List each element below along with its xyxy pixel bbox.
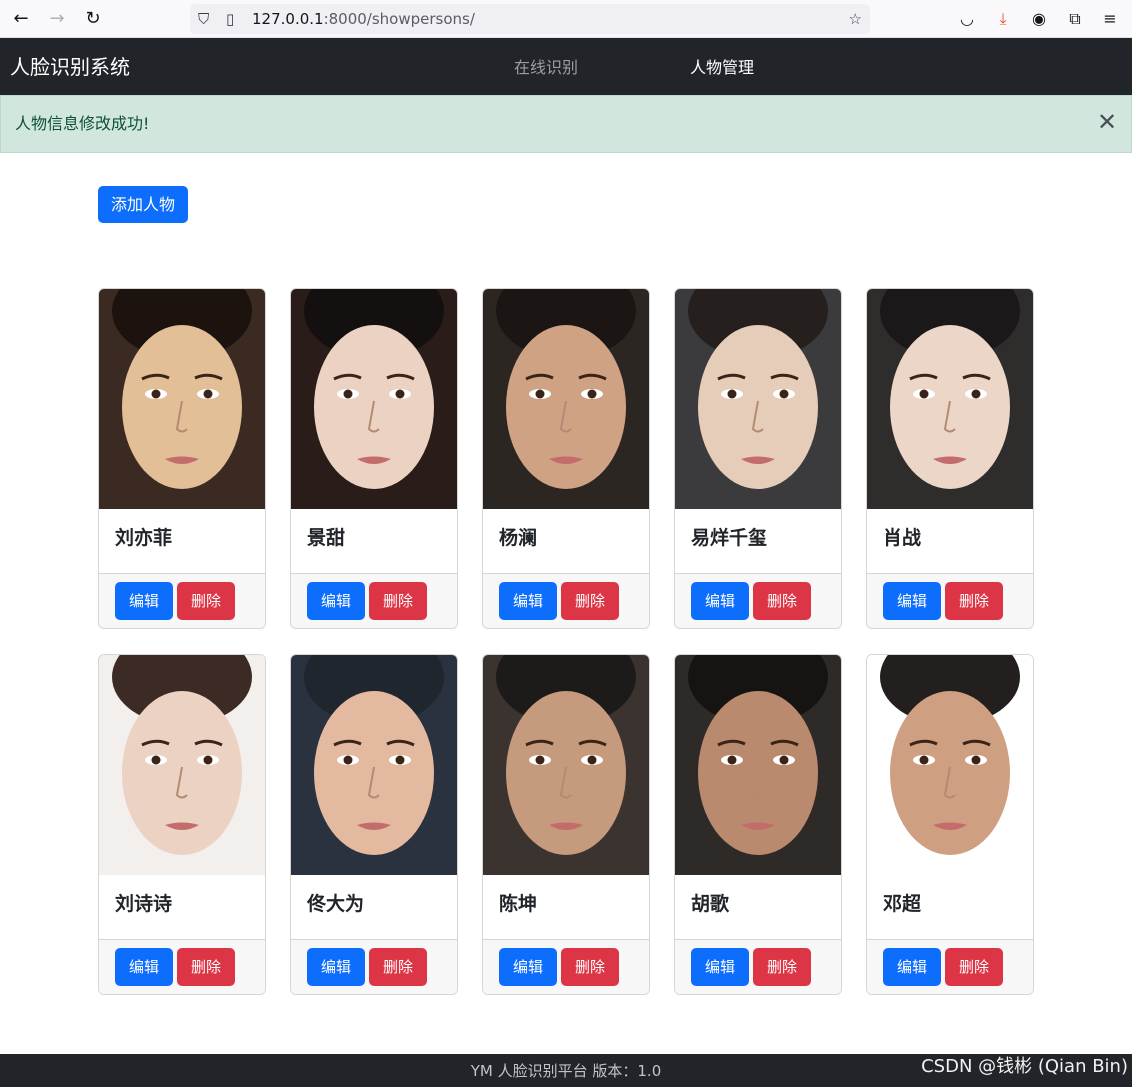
card-body: 景甜 <box>291 509 457 574</box>
person-name: 景甜 <box>307 527 346 549</box>
extensions-icon[interactable]: ⧉ <box>1064 8 1086 30</box>
card-footer: 编辑 删除 <box>291 574 457 628</box>
person-photo <box>867 655 1033 875</box>
delete-button[interactable]: 删除 <box>753 582 811 620</box>
shield-icon[interactable]: ⛉ <box>198 8 209 30</box>
person-photo <box>483 655 649 875</box>
person-name: 刘亦菲 <box>115 527 173 549</box>
person-card: 肖战编辑 删除 <box>866 288 1034 629</box>
delete-button[interactable]: 删除 <box>561 948 619 986</box>
card-body: 陈坤 <box>483 875 649 940</box>
url-host: 127.0.0.1 <box>252 10 324 28</box>
card-body: 杨澜 <box>483 509 649 574</box>
nav-person-management[interactable]: 人物管理 <box>690 57 754 79</box>
card-body: 胡歌 <box>675 875 841 940</box>
person-name: 肖战 <box>883 527 922 549</box>
card-footer: 编辑 删除 <box>867 940 1033 994</box>
person-photo <box>291 655 457 875</box>
person-card: 胡歌编辑 删除 <box>674 654 842 995</box>
delete-button[interactable]: 删除 <box>945 582 1003 620</box>
person-photo <box>675 655 841 875</box>
url-path: :8000/showpersons/ <box>323 10 475 28</box>
edit-button[interactable]: 编辑 <box>115 582 173 620</box>
person-card: 邓超编辑 删除 <box>866 654 1034 995</box>
nav-online-recognition[interactable]: 在线识别 <box>514 57 578 79</box>
person-card: 易烊千玺编辑 删除 <box>674 288 842 629</box>
person-name: 佟大为 <box>307 893 365 915</box>
card-body: 佟大为 <box>291 875 457 940</box>
edit-button[interactable]: 编辑 <box>691 948 749 986</box>
person-card: 陈坤编辑 删除 <box>482 654 650 995</box>
person-name: 刘诗诗 <box>115 893 173 915</box>
edit-button[interactable]: 编辑 <box>883 582 941 620</box>
browser-toolbar: ← → ↻ ⛉ ▯ 127.0.0.1:8000/showpersons/ ☆ … <box>0 0 1132 38</box>
bookmark-star-icon[interactable]: ☆ <box>849 8 862 30</box>
edit-button[interactable]: 编辑 <box>499 582 557 620</box>
card-body: 易烊千玺 <box>675 509 841 574</box>
delete-button[interactable]: 删除 <box>369 582 427 620</box>
person-name: 杨澜 <box>499 527 538 549</box>
pocket-icon[interactable]: ◡ <box>956 8 978 30</box>
card-body: 刘诗诗 <box>99 875 265 940</box>
delete-button[interactable]: 删除 <box>561 582 619 620</box>
person-card: 杨澜编辑 删除 <box>482 288 650 629</box>
watermark: CSDN @钱彬 (Qian Bin) <box>921 1056 1128 1077</box>
page-icon[interactable]: ▯ <box>226 8 234 30</box>
add-person-button[interactable]: 添加人物 <box>98 186 188 223</box>
edit-button[interactable]: 编辑 <box>883 948 941 986</box>
card-footer: 编辑 删除 <box>675 940 841 994</box>
person-photo <box>99 289 265 509</box>
card-footer: 编辑 删除 <box>291 940 457 994</box>
back-arrow-icon[interactable]: ← <box>8 6 34 32</box>
person-card: 佟大为编辑 删除 <box>290 654 458 995</box>
person-card: 刘亦菲编辑 删除 <box>98 288 266 629</box>
download-icon[interactable]: ⤓ <box>992 8 1014 30</box>
menu-icon[interactable]: ≡ <box>1099 8 1121 30</box>
reload-icon[interactable]: ↻ <box>80 6 106 32</box>
person-card: 景甜编辑 删除 <box>290 288 458 629</box>
card-footer: 编辑 删除 <box>867 574 1033 628</box>
edit-button[interactable]: 编辑 <box>307 582 365 620</box>
card-body: 邓超 <box>867 875 1033 940</box>
person-name: 易烊千玺 <box>691 527 768 549</box>
card-body: 肖战 <box>867 509 1033 574</box>
person-name: 陈坤 <box>499 893 538 915</box>
close-icon[interactable]: ✕ <box>1095 110 1119 134</box>
card-footer: 编辑 删除 <box>483 940 649 994</box>
delete-button[interactable]: 删除 <box>369 948 427 986</box>
brand-title[interactable]: 人脸识别系统 <box>10 54 130 80</box>
person-name: 胡歌 <box>691 893 730 915</box>
delete-button[interactable]: 删除 <box>177 948 235 986</box>
url-text[interactable]: 127.0.0.1:8000/showpersons/ <box>252 9 475 29</box>
person-photo <box>291 289 457 509</box>
delete-button[interactable]: 删除 <box>945 948 1003 986</box>
person-photo <box>483 289 649 509</box>
edit-button[interactable]: 编辑 <box>691 582 749 620</box>
card-footer: 编辑 删除 <box>99 574 265 628</box>
person-photo <box>867 289 1033 509</box>
card-body: 刘亦菲 <box>99 509 265 574</box>
card-footer: 编辑 删除 <box>99 940 265 994</box>
success-alert: 人物信息修改成功! ✕ <box>0 95 1132 153</box>
card-footer: 编辑 删除 <box>675 574 841 628</box>
account-icon[interactable]: ◉ <box>1028 8 1050 30</box>
edit-button[interactable]: 编辑 <box>307 948 365 986</box>
delete-button[interactable]: 删除 <box>177 582 235 620</box>
person-card: 刘诗诗编辑 删除 <box>98 654 266 995</box>
person-name: 邓超 <box>883 893 922 915</box>
edit-button[interactable]: 编辑 <box>499 948 557 986</box>
edit-button[interactable]: 编辑 <box>115 948 173 986</box>
person-photo <box>99 655 265 875</box>
alert-message: 人物信息修改成功! <box>15 114 150 133</box>
person-photo <box>675 289 841 509</box>
forward-arrow-icon[interactable]: → <box>44 6 70 32</box>
url-bar[interactable]: ⛉ ▯ 127.0.0.1:8000/showpersons/ ☆ <box>190 4 870 34</box>
app-navbar: 人脸识别系统 在线识别 人物管理 <box>0 38 1132 95</box>
delete-button[interactable]: 删除 <box>753 948 811 986</box>
card-footer: 编辑 删除 <box>483 574 649 628</box>
